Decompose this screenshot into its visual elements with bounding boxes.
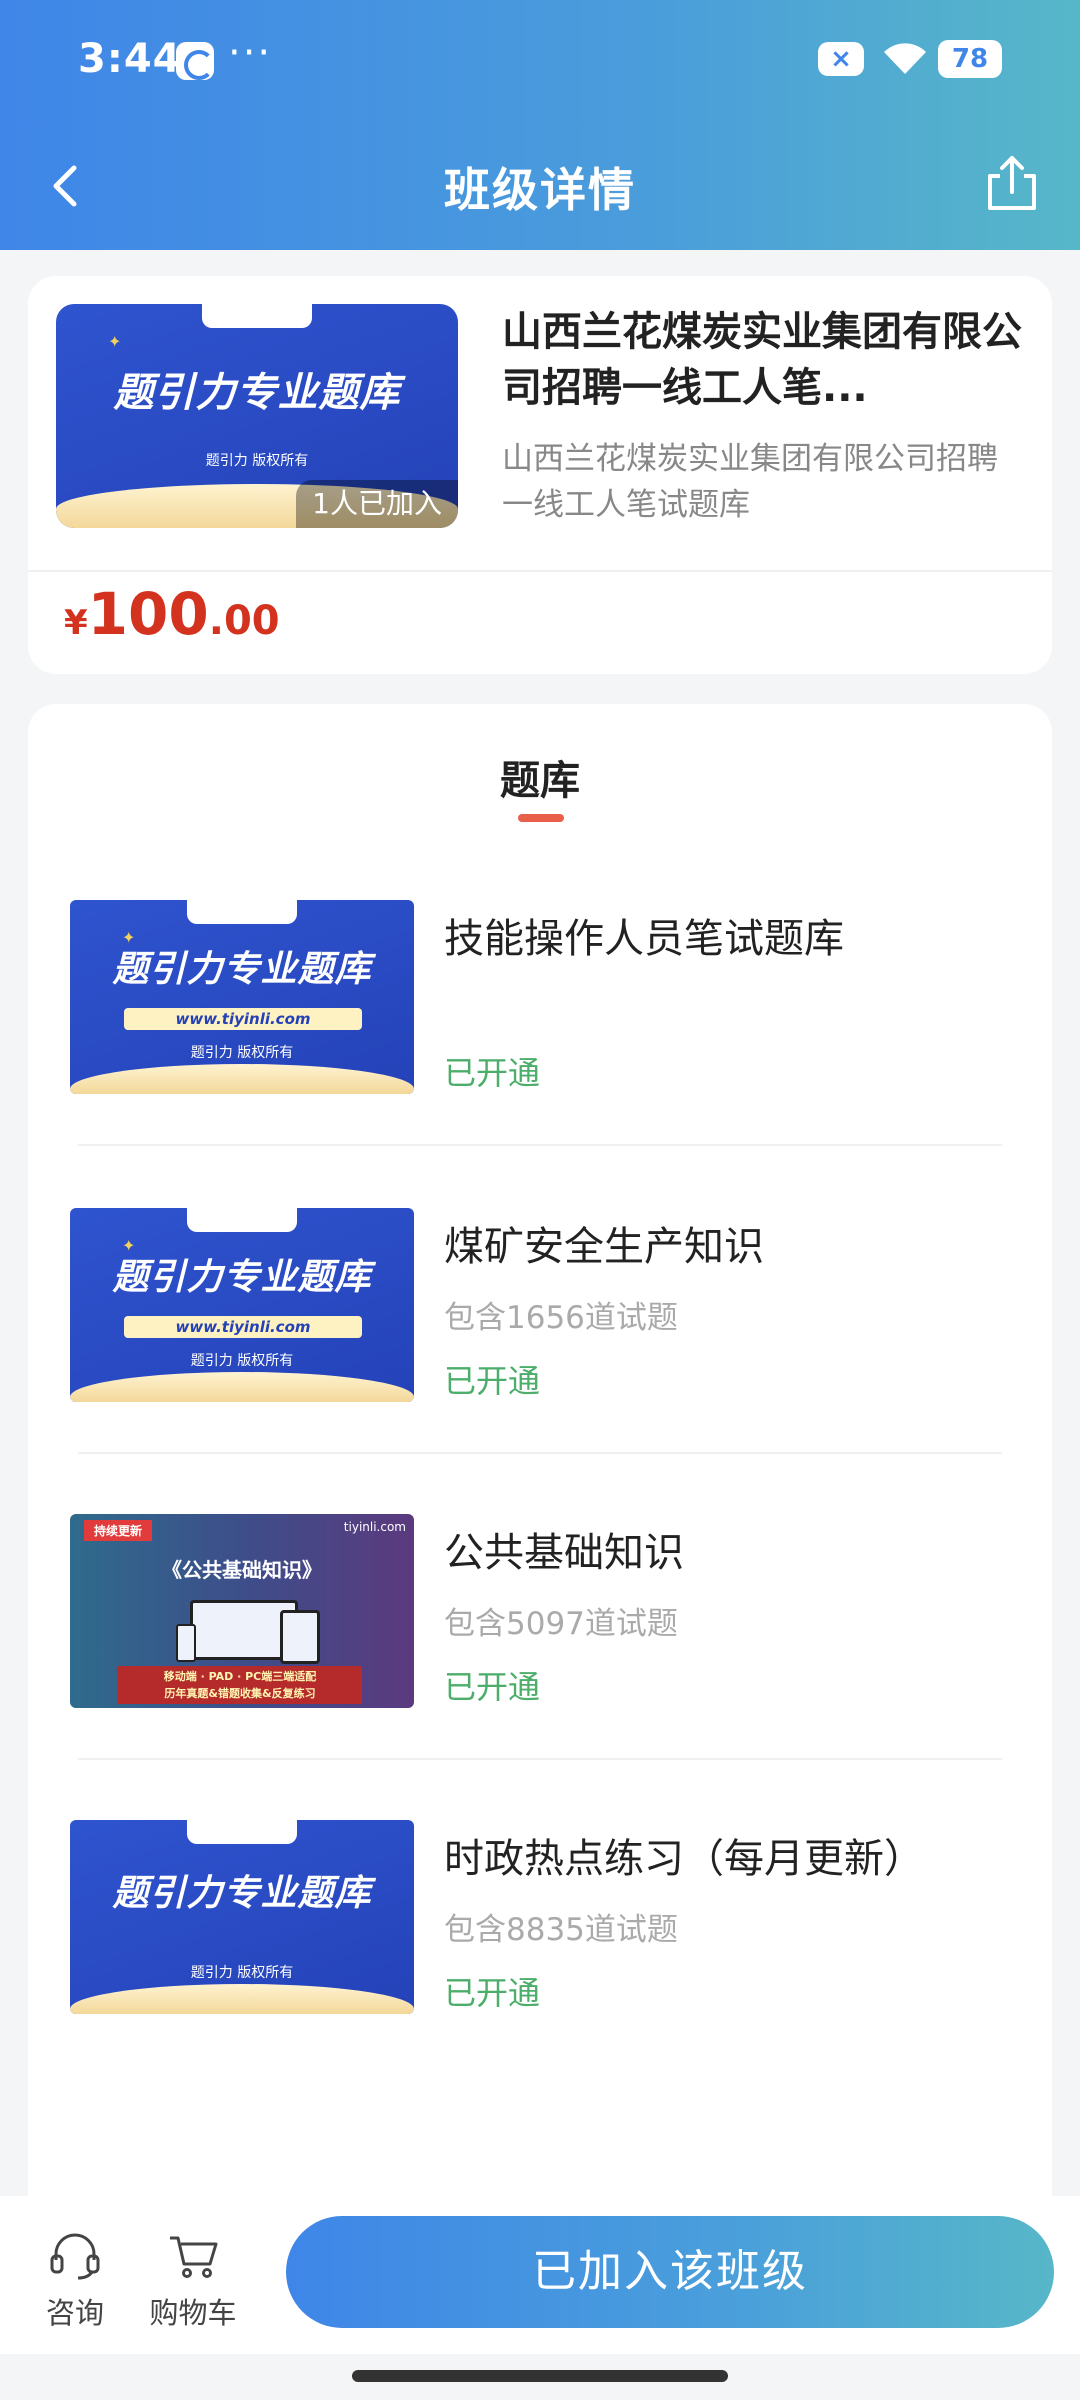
- cart-button[interactable]: 购物车: [138, 2232, 248, 2332]
- banner-text: 题引力专业题库: [112, 1257, 372, 1298]
- banner-copyright: 题引力 版权所有: [190, 1353, 294, 1369]
- battery-icon: 78: [938, 40, 1002, 78]
- library-item-name: 煤矿安全生产知识: [444, 1224, 764, 1270]
- cart-label: 购物车: [149, 2296, 237, 2330]
- banner-image: 持续更新 tiyinli.com 《公共基础知识》 移动端 · PAD · PC…: [70, 1514, 414, 1708]
- library-item-name: 时政热点练习（每月更新）: [444, 1836, 924, 1882]
- banner-text: 《公共基础知识》: [162, 1558, 322, 1582]
- library-thumbnail: ✦ 题引力专业题库 www.tiyinli.com 题引力 版权所有: [70, 1208, 414, 1402]
- joined-class-button[interactable]: 已加入该班级: [286, 2216, 1054, 2328]
- tablet-icon: [280, 1610, 320, 1664]
- headset-icon: [50, 2233, 100, 2280]
- library-thumbnail: 题引力专业题库 题引力 版权所有: [70, 1820, 414, 2014]
- banner-brand: tiyinli.com: [343, 1520, 406, 1534]
- divider: [78, 1144, 1002, 1146]
- status-time: 3:44: [78, 36, 182, 82]
- home-indicator[interactable]: [352, 2370, 728, 2382]
- price-decimal: .00: [208, 598, 280, 644]
- joined-badge: 1人已加入: [296, 480, 458, 528]
- library-item-name: 公共基础知识: [444, 1530, 684, 1576]
- divider: [28, 570, 1052, 572]
- divider: [78, 1452, 1002, 1454]
- price: ¥100.00: [64, 580, 280, 648]
- banner-image: ✦ 题引力专业题库 www.tiyinli.com 题引力 版权所有: [70, 1208, 414, 1402]
- consult-label: 咨询: [45, 2296, 104, 2330]
- library-item-status: 已开通: [444, 1362, 541, 1400]
- library-item-count: 包含8835道试题: [444, 1912, 678, 1948]
- library-item-count: 包含5097道试题: [444, 1606, 678, 1642]
- divider: [78, 1758, 1002, 1760]
- library-thumbnail: ✦ 题引力专业题库 www.tiyinli.com 题引力 版权所有: [70, 900, 414, 1094]
- banner-feature-line: 移动端 · PAD · PC端三端适配: [163, 1670, 317, 1683]
- banner-url: www.tiyinli.com: [124, 1316, 362, 1338]
- library-item[interactable]: 持续更新 tiyinli.com 《公共基础知识》 移动端 · PAD · PC…: [28, 1514, 1052, 1774]
- banner-image: ✦ 题引力专业题库 www.tiyinli.com 题引力 版权所有: [70, 900, 414, 1094]
- price-integer: 100: [87, 580, 209, 648]
- library-item[interactable]: ✦ 题引力专业题库 www.tiyinli.com 题引力 版权所有 技能操作人…: [28, 900, 1052, 1160]
- library-panel: 题库 ✦ 题引力专业题库 www.tiyinli.com 题引力 版权所有 技能…: [28, 704, 1052, 2204]
- app-notification-icon: [176, 42, 214, 80]
- banner-copyright: 题引力 版权所有: [190, 1965, 294, 1981]
- library-item[interactable]: 题引力专业题库 题引力 版权所有 时政热点练习（每月更新） 包含8835道试题 …: [28, 1820, 1052, 2080]
- banner-flag: 持续更新: [84, 1520, 153, 1541]
- banner-text: 题引力专业题库: [113, 370, 401, 416]
- tab-underline: [518, 814, 564, 822]
- banner-features: 移动端 · PAD · PC端三端适配 历年真题&错题收集&反复练习: [118, 1666, 362, 1704]
- status-bar: 3:44 ··· × 78: [0, 30, 1080, 90]
- library-title: 题库: [500, 758, 580, 804]
- sim-icon: ×: [818, 42, 864, 76]
- banner-text: 题引力专业题库: [112, 1873, 372, 1914]
- header: 3:44 ··· × 78 班级详情: [0, 0, 1080, 250]
- class-card: ✦ 题引力专业题库 题引力 版权所有 1人已加入 山西兰花煤炭实业集团有限公司招…: [28, 276, 1052, 674]
- page-title: 班级详情: [444, 163, 636, 217]
- banner-copyright: 题引力 版权所有: [205, 453, 309, 469]
- price-currency: ¥: [64, 603, 88, 643]
- library-item-status: 已开通: [444, 1054, 541, 1092]
- banner-image: 题引力专业题库 题引力 版权所有: [70, 1820, 414, 2014]
- consult-button[interactable]: 咨询: [20, 2232, 130, 2332]
- share-icon[interactable]: [982, 152, 1042, 214]
- banner-copyright: 题引力 版权所有: [190, 1045, 294, 1061]
- more-notifications-icon: ···: [228, 30, 273, 76]
- wifi-icon: [884, 43, 926, 74]
- library-item[interactable]: ✦ 题引力专业题库 www.tiyinli.com 题引力 版权所有 煤矿安全生…: [28, 1208, 1052, 1468]
- library-item-name: 技能操作人员笔试题库: [444, 916, 844, 962]
- class-title: 山西兰花煤炭实业集团有限公司招聘一线工人笔...: [502, 309, 1022, 411]
- library-thumbnail: 持续更新 tiyinli.com 《公共基础知识》 移动端 · PAD · PC…: [70, 1514, 414, 1708]
- library-item-status: 已开通: [444, 1668, 541, 1706]
- cart-icon: [170, 2236, 218, 2278]
- library-item-status: 已开通: [444, 1974, 541, 2012]
- bottom-bar: 咨询 购物车 已加入该班级: [0, 2196, 1080, 2354]
- banner-url: www.tiyinli.com: [124, 1008, 362, 1030]
- banner-feature-line: 历年真题&错题收集&反复练习: [164, 1687, 316, 1700]
- class-thumbnail: ✦ 题引力专业题库 题引力 版权所有 1人已加入: [56, 304, 458, 528]
- phone-icon: [176, 1624, 196, 1662]
- star-icon: ✦: [108, 332, 122, 351]
- class-subtitle: 山西兰花煤炭实业集团有限公司招聘一线工人笔试题库: [502, 441, 998, 523]
- navbar: 班级详情: [0, 140, 1080, 230]
- banner-text: 题引力专业题库: [112, 949, 372, 990]
- library-item-count: 包含1656道试题: [444, 1300, 678, 1336]
